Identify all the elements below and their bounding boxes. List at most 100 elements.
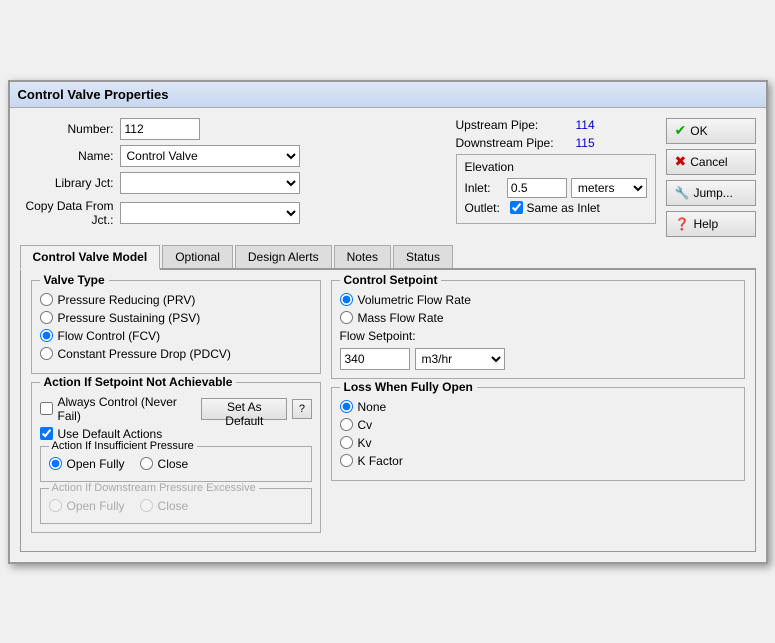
cv-radio[interactable] bbox=[340, 418, 353, 431]
tab-inner: Valve Type Pressure Reducing (PRV) Press… bbox=[31, 280, 745, 541]
set-as-default-button[interactable]: Set As Default bbox=[201, 398, 287, 420]
k-factor-radio[interactable] bbox=[340, 454, 353, 467]
same-as-inlet-checkbox[interactable] bbox=[510, 201, 523, 214]
use-default-label: Use Default Actions bbox=[58, 427, 163, 441]
same-as-inlet-container: Same as Inlet bbox=[510, 201, 600, 215]
kv-radio[interactable] bbox=[340, 436, 353, 449]
open-fully-label: Open Fully bbox=[67, 457, 125, 471]
jump-button[interactable]: 🔧 Jump... bbox=[666, 180, 756, 206]
valve-type-content: Pressure Reducing (PRV) Pressure Sustain… bbox=[40, 293, 312, 361]
ok-button[interactable]: ✔ OK bbox=[666, 118, 756, 144]
valve-type-group: Valve Type Pressure Reducing (PRV) Press… bbox=[31, 280, 321, 374]
none-label: None bbox=[358, 400, 387, 414]
cv-row: Cv bbox=[340, 418, 736, 432]
ok-label: OK bbox=[690, 124, 707, 138]
loss-fully-open-content: None Cv Kv bbox=[340, 400, 736, 468]
inlet-input[interactable] bbox=[507, 178, 567, 198]
tab-optional[interactable]: Optional bbox=[162, 245, 233, 268]
inlet-unit-select[interactable]: meters feet bbox=[571, 178, 647, 198]
downstream-open-fully-radio bbox=[49, 499, 62, 512]
loss-fully-open-title: Loss When Fully Open bbox=[340, 380, 477, 394]
jump-label: Jump... bbox=[693, 186, 732, 200]
downstream-pressure-content: Open Fully Close bbox=[49, 499, 303, 513]
close-label: Close bbox=[158, 457, 189, 471]
kv-label: Kv bbox=[358, 436, 372, 450]
tab-status[interactable]: Status bbox=[393, 245, 453, 268]
fcv-row: Flow Control (FCV) bbox=[40, 329, 312, 343]
copy-data-select[interactable] bbox=[120, 202, 300, 224]
elevation-section: Elevation Inlet: meters feet Outlet: bbox=[456, 154, 656, 224]
downstream-close-radio bbox=[140, 499, 153, 512]
right-panel: Control Setpoint Volumetric Flow Rate Ma… bbox=[331, 280, 745, 541]
always-control-label: Always Control (Never Fail) bbox=[58, 395, 197, 423]
name-select[interactable]: Control Valve bbox=[120, 145, 300, 167]
valve-type-title: Valve Type bbox=[40, 273, 109, 287]
help-q-button[interactable]: ? bbox=[292, 399, 311, 419]
dialog-body: Number: Name: Control Valve Library Jct: bbox=[10, 108, 766, 562]
insufficient-pressure-content: Open Fully Close bbox=[49, 457, 303, 471]
number-label: Number: bbox=[20, 122, 120, 136]
flow-unit-select[interactable]: m3/hr L/s bbox=[415, 348, 505, 370]
title-bar: Control Valve Properties bbox=[10, 82, 766, 108]
upstream-value: 114 bbox=[576, 118, 595, 132]
outlet-row: Outlet: Same as Inlet bbox=[465, 201, 647, 215]
ok-icon: ✔ bbox=[675, 122, 687, 139]
library-jct-label: Library Jct: bbox=[20, 176, 120, 190]
library-jct-select[interactable] bbox=[120, 172, 300, 194]
outlet-label: Outlet: bbox=[465, 201, 510, 215]
downstream-pressure-title: Action If Downstream Pressure Excessive bbox=[49, 482, 259, 494]
volumetric-radio[interactable] bbox=[340, 293, 353, 306]
downstream-row: Downstream Pipe: 115 bbox=[456, 136, 656, 150]
always-control-checkbox[interactable] bbox=[40, 402, 53, 415]
fcv-radio[interactable] bbox=[40, 329, 53, 342]
help-label: Help bbox=[693, 217, 718, 231]
k-factor-label: K Factor bbox=[358, 454, 403, 468]
top-section: Number: Name: Control Valve Library Jct: bbox=[20, 118, 756, 237]
always-control-row: Always Control (Never Fail) Set As Defau… bbox=[40, 395, 312, 423]
prv-radio[interactable] bbox=[40, 293, 53, 306]
tab-design-alerts[interactable]: Design Alerts bbox=[235, 245, 332, 268]
fcv-label: Flow Control (FCV) bbox=[58, 329, 161, 343]
open-fully-radio[interactable] bbox=[49, 457, 62, 470]
use-default-row: Use Default Actions bbox=[40, 427, 312, 441]
downstream-open-fully-label: Open Fully bbox=[67, 499, 125, 513]
tab-notes[interactable]: Notes bbox=[334, 245, 391, 268]
number-row: Number: bbox=[20, 118, 446, 140]
left-fields: Number: Name: Control Valve Library Jct: bbox=[20, 118, 446, 237]
tab-content: Valve Type Pressure Reducing (PRV) Press… bbox=[20, 270, 756, 552]
flow-setpoint-input[interactable] bbox=[340, 348, 410, 370]
loss-fully-open-group: Loss When Fully Open None Cv bbox=[331, 387, 745, 481]
close-radio[interactable] bbox=[140, 457, 153, 470]
cancel-button[interactable]: ✖ Cancel bbox=[666, 149, 756, 175]
use-default-checkbox[interactable] bbox=[40, 427, 53, 440]
volumetric-label: Volumetric Flow Rate bbox=[358, 293, 471, 307]
library-jct-row: Library Jct: bbox=[20, 172, 446, 194]
control-setpoint-content: Volumetric Flow Rate Mass Flow Rate Flow… bbox=[340, 293, 736, 370]
action-setpoint-group: Action If Setpoint Not Achievable Always… bbox=[31, 382, 321, 533]
action-setpoint-title: Action If Setpoint Not Achievable bbox=[40, 375, 237, 389]
tab-control-valve-model[interactable]: Control Valve Model bbox=[20, 245, 161, 270]
right-buttons: ✔ OK ✖ Cancel 🔧 Jump... ❓ Help bbox=[666, 118, 756, 237]
downstream-open-fully-row: Open Fully Close bbox=[49, 499, 303, 513]
downstream-label: Downstream Pipe: bbox=[456, 136, 576, 150]
name-row: Name: Control Valve bbox=[20, 145, 446, 167]
open-fully-row: Open Fully Close bbox=[49, 457, 303, 471]
none-radio[interactable] bbox=[340, 400, 353, 413]
mass-flow-label: Mass Flow Rate bbox=[358, 311, 444, 325]
psv-radio[interactable] bbox=[40, 311, 53, 324]
action-setpoint-content: Always Control (Never Fail) Set As Defau… bbox=[40, 395, 312, 524]
psv-row: Pressure Sustaining (PSV) bbox=[40, 311, 312, 325]
pdcv-radio[interactable] bbox=[40, 347, 53, 360]
number-input[interactable] bbox=[120, 118, 200, 140]
tabs-container: Control Valve Model Optional Design Aler… bbox=[20, 245, 756, 552]
k-factor-row: K Factor bbox=[340, 454, 736, 468]
downstream-value: 115 bbox=[576, 136, 595, 150]
tab-bar: Control Valve Model Optional Design Aler… bbox=[20, 245, 756, 270]
help-button[interactable]: ❓ Help bbox=[666, 211, 756, 237]
control-setpoint-group: Control Setpoint Volumetric Flow Rate Ma… bbox=[331, 280, 745, 379]
cv-label: Cv bbox=[358, 418, 373, 432]
mass-flow-radio[interactable] bbox=[340, 311, 353, 324]
kv-row: Kv bbox=[340, 436, 736, 450]
pdcv-label: Constant Pressure Drop (PDCV) bbox=[58, 347, 231, 361]
insufficient-pressure-group: Action If Insufficient Pressure Open Ful… bbox=[40, 446, 312, 482]
